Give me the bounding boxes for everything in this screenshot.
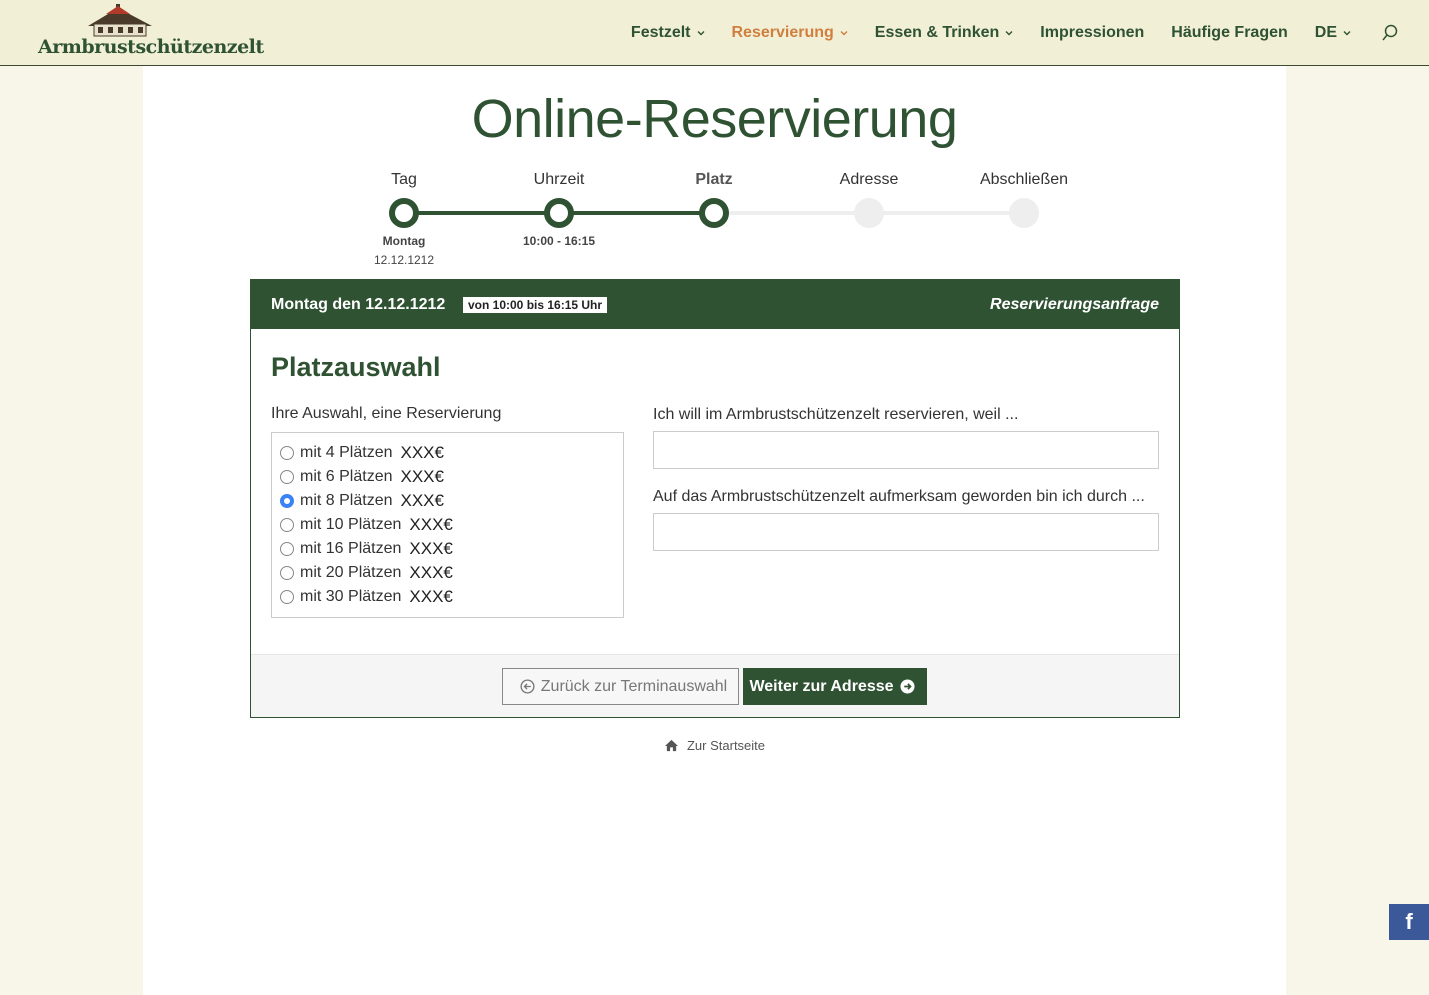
nav-item-essen-trinken[interactable]: Essen & Trinken — [875, 24, 1014, 42]
chevron-down-icon — [1343, 31, 1351, 36]
step-label-tag: Tag — [391, 171, 417, 188]
card-footer: Zurück zur Terminauswahl Weiter zur Adre… — [251, 654, 1179, 717]
search-icon[interactable] — [1381, 24, 1399, 42]
nav-label: Festzelt — [630, 24, 691, 41]
radio-button[interactable] — [280, 590, 294, 604]
radio-button[interactable] — [280, 518, 294, 532]
radio-button[interactable] — [280, 470, 294, 484]
nav-label: Häufige Fragen — [1171, 24, 1288, 41]
step-label-platz: Platz — [695, 171, 733, 188]
seat-option-16[interactable]: mit 16 Plätzen XXX€ — [280, 537, 453, 561]
option-price: XXX€ — [409, 539, 453, 558]
option-label: mit 4 Plätzen — [300, 444, 393, 461]
back-button-label: Zurück zur Terminauswahl — [540, 677, 728, 695]
seat-option-6[interactable]: mit 6 Plätzen XXX€ — [280, 465, 444, 489]
nav-item-language[interactable]: DE — [1315, 24, 1351, 42]
nav-label: Essen & Trinken — [874, 24, 1000, 41]
nav-label: DE — [1314, 24, 1337, 41]
card-header: Montag den 12.12.1212 von 10:00 bis 16:1… — [251, 280, 1179, 329]
option-price: XXX€ — [409, 563, 453, 582]
site-header: Armbrustschützenzelt Festzelt Reservieru… — [0, 0, 1429, 66]
selection-label: Ihre Auswahl, eine Reservierung — [271, 405, 502, 422]
reason-input[interactable] — [653, 431, 1159, 469]
home-link[interactable]: Zur Startseite — [0, 738, 1429, 753]
step-dot-uhrzeit[interactable] — [544, 198, 574, 228]
step-sub-day: Montag — [382, 234, 426, 248]
nav-item-reservierung[interactable]: Reservierung — [732, 24, 848, 42]
next-button[interactable]: Weiter zur Adresse — [743, 668, 927, 705]
home-link-label: Zur Startseite — [686, 738, 766, 753]
facebook-button[interactable]: f — [1389, 904, 1429, 940]
source-input[interactable] — [653, 513, 1159, 551]
option-price: XXX€ — [400, 491, 444, 510]
radio-button[interactable] — [280, 566, 294, 580]
seat-option-10[interactable]: mit 10 Plätzen XXX€ — [280, 513, 453, 537]
option-label: mit 8 Plätzen — [300, 492, 393, 509]
main-nav: Festzelt Reservierung Essen & Trinken Im… — [604, 0, 1399, 66]
radio-button-selected[interactable] — [280, 494, 294, 508]
step-label-adresse: Adresse — [839, 171, 899, 188]
step-label-abschliessen: Abschließen — [979, 171, 1069, 188]
step-dot-abschliessen — [1009, 198, 1039, 228]
option-label: mit 16 Plätzen — [300, 540, 402, 557]
seat-option-8[interactable]: mit 8 Plätzen XXX€ — [280, 489, 444, 513]
option-label: mit 6 Plätzen — [300, 468, 393, 485]
back-button[interactable]: Zurück zur Terminauswahl — [502, 668, 739, 705]
nav-item-faq[interactable]: Häufige Fragen — [1171, 24, 1287, 42]
section-title: Platzauswahl — [271, 352, 441, 382]
facebook-icon: f — [1405, 909, 1413, 934]
option-price: XXX€ — [400, 443, 444, 462]
home-icon — [664, 739, 678, 752]
nav-item-festzelt[interactable]: Festzelt — [631, 24, 705, 42]
arrow-circle-left-icon — [520, 679, 535, 694]
radio-button[interactable] — [280, 542, 294, 556]
nav-label: Impressionen — [1040, 24, 1145, 41]
nav-item-impressionen[interactable]: Impressionen — [1040, 24, 1144, 42]
seat-option-30[interactable]: mit 30 Plätzen XXX€ — [280, 585, 453, 609]
chevron-down-icon — [840, 31, 848, 36]
step-dot-adresse — [854, 198, 884, 228]
option-label: mit 20 Plätzen — [300, 564, 402, 581]
card-date: Montag den 12.12.1212 — [271, 296, 446, 313]
step-dot-platz — [699, 198, 729, 228]
time-badge: von 10:00 bis 16:15 Uhr — [463, 297, 608, 313]
seat-option-4[interactable]: mit 4 Plätzen XXX€ — [280, 441, 444, 465]
step-dot-tag[interactable] — [389, 198, 419, 228]
step-sub-date: 12.12.1212 — [373, 253, 435, 267]
reason-label: Ich will im Armbrustschützenzelt reservi… — [653, 406, 1019, 423]
nav-label: Reservierung — [731, 24, 834, 41]
source-label: Auf das Armbrustschützenzelt aufmerksam … — [653, 488, 1145, 505]
radio-button[interactable] — [280, 446, 294, 460]
arrow-circle-right-icon — [900, 679, 915, 694]
chevron-down-icon — [697, 31, 704, 36]
option-price: XXX€ — [409, 515, 453, 534]
step-sub-time: 10:00 - 16:15 — [522, 234, 596, 248]
next-button-label: Weiter zur Adresse — [749, 677, 894, 695]
page-title: Online-Reservierung — [471, 89, 958, 149]
seat-options: mit 4 Plätzen XXX€ mit 6 Plätzen XXX€ mi… — [271, 432, 624, 618]
seat-option-20[interactable]: mit 20 Plätzen XXX€ — [280, 561, 453, 585]
option-label: mit 30 Plätzen — [300, 588, 402, 605]
chevron-down-icon — [1005, 31, 1013, 36]
option-price: XXX€ — [409, 587, 453, 606]
step-label-uhrzeit: Uhrzeit — [533, 171, 585, 188]
reservation-card: Montag den 12.12.1212 von 10:00 bis 16:1… — [250, 279, 1180, 718]
option-label: mit 10 Plätzen — [300, 516, 402, 533]
option-price: XXX€ — [400, 467, 444, 486]
card-type: Reservierungsanfrage — [990, 296, 1159, 313]
logo-text[interactable]: Armbrustschützenzelt — [38, 36, 264, 58]
